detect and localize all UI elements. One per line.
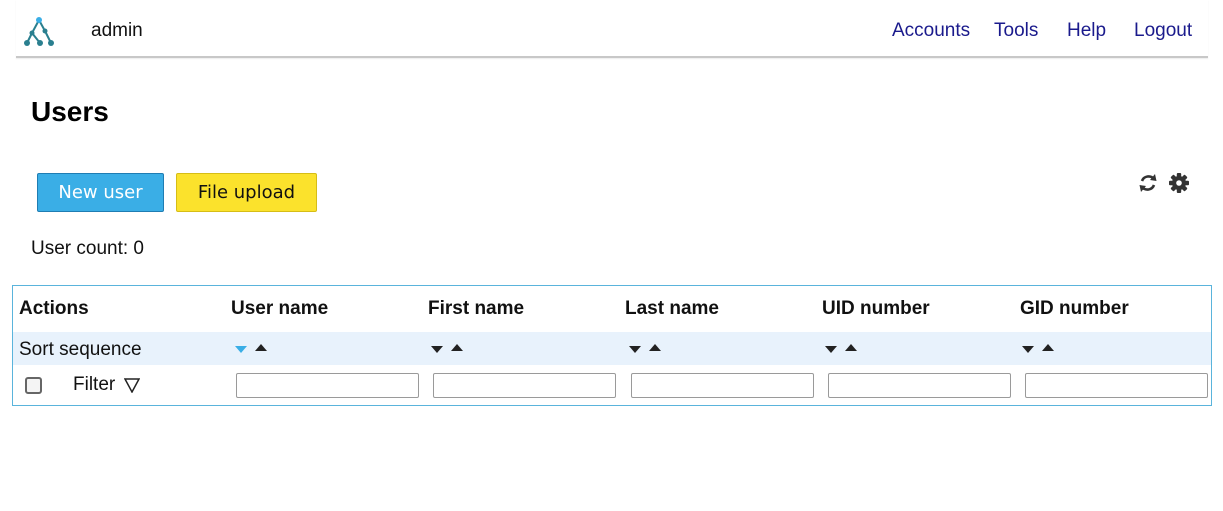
sort-gid-number-desc-icon[interactable] bbox=[1022, 346, 1034, 353]
nav-tools[interactable]: Tools bbox=[994, 20, 1038, 42]
column-header-user-name[interactable]: User name bbox=[231, 298, 328, 320]
sort-first-name-asc-icon[interactable] bbox=[451, 344, 463, 351]
column-header-gid-number[interactable]: GID number bbox=[1020, 298, 1129, 320]
settings-gear-icon[interactable] bbox=[1168, 172, 1190, 194]
refresh-icon[interactable] bbox=[1137, 172, 1159, 194]
new-user-button[interactable]: New user bbox=[37, 173, 164, 212]
sort-last-name-desc-icon[interactable] bbox=[629, 346, 641, 353]
filter-uid-number-input[interactable] bbox=[828, 373, 1011, 398]
nav-help[interactable]: Help bbox=[1067, 20, 1106, 42]
page-title: Users bbox=[31, 96, 109, 127]
users-table: Actions User name First name Last name U… bbox=[12, 285, 1212, 406]
column-header-uid-number[interactable]: UID number bbox=[822, 298, 930, 320]
user-count-text: User count: 0 bbox=[31, 238, 144, 259]
file-upload-button[interactable]: File upload bbox=[176, 173, 317, 212]
sort-uid-number-desc-icon[interactable] bbox=[825, 346, 837, 353]
column-header-last-name[interactable]: Last name bbox=[625, 298, 719, 320]
filter-last-name-input[interactable] bbox=[631, 373, 814, 398]
filter-label: Filter bbox=[73, 374, 116, 395]
current-username: admin bbox=[91, 20, 143, 41]
sort-uid-number-asc-icon[interactable] bbox=[845, 344, 857, 351]
select-all-checkbox[interactable] bbox=[25, 377, 42, 394]
column-header-first-name[interactable]: First name bbox=[428, 298, 524, 320]
tree-network-icon[interactable] bbox=[23, 16, 55, 48]
sort-user-name-asc-icon[interactable] bbox=[255, 344, 267, 351]
filter-gid-number-input[interactable] bbox=[1025, 373, 1208, 398]
filter-first-name-input[interactable] bbox=[433, 373, 616, 398]
sort-first-name-desc-icon[interactable] bbox=[431, 346, 443, 353]
top-navigation-bar: admin Accounts Tools Help Logout bbox=[16, 0, 1208, 58]
sort-gid-number-asc-icon[interactable] bbox=[1042, 344, 1054, 351]
sort-sequence-row: Sort sequence bbox=[13, 332, 1211, 365]
sort-sequence-label: Sort sequence bbox=[19, 339, 142, 360]
nav-logout[interactable]: Logout bbox=[1134, 20, 1192, 42]
sort-last-name-asc-icon[interactable] bbox=[649, 344, 661, 351]
filter-user-name-input[interactable] bbox=[236, 373, 419, 398]
sort-user-name-desc-icon[interactable] bbox=[235, 346, 247, 353]
nav-accounts[interactable]: Accounts bbox=[892, 20, 970, 42]
filter-funnel-icon[interactable] bbox=[124, 378, 140, 393]
column-header-actions: Actions bbox=[19, 298, 89, 319]
